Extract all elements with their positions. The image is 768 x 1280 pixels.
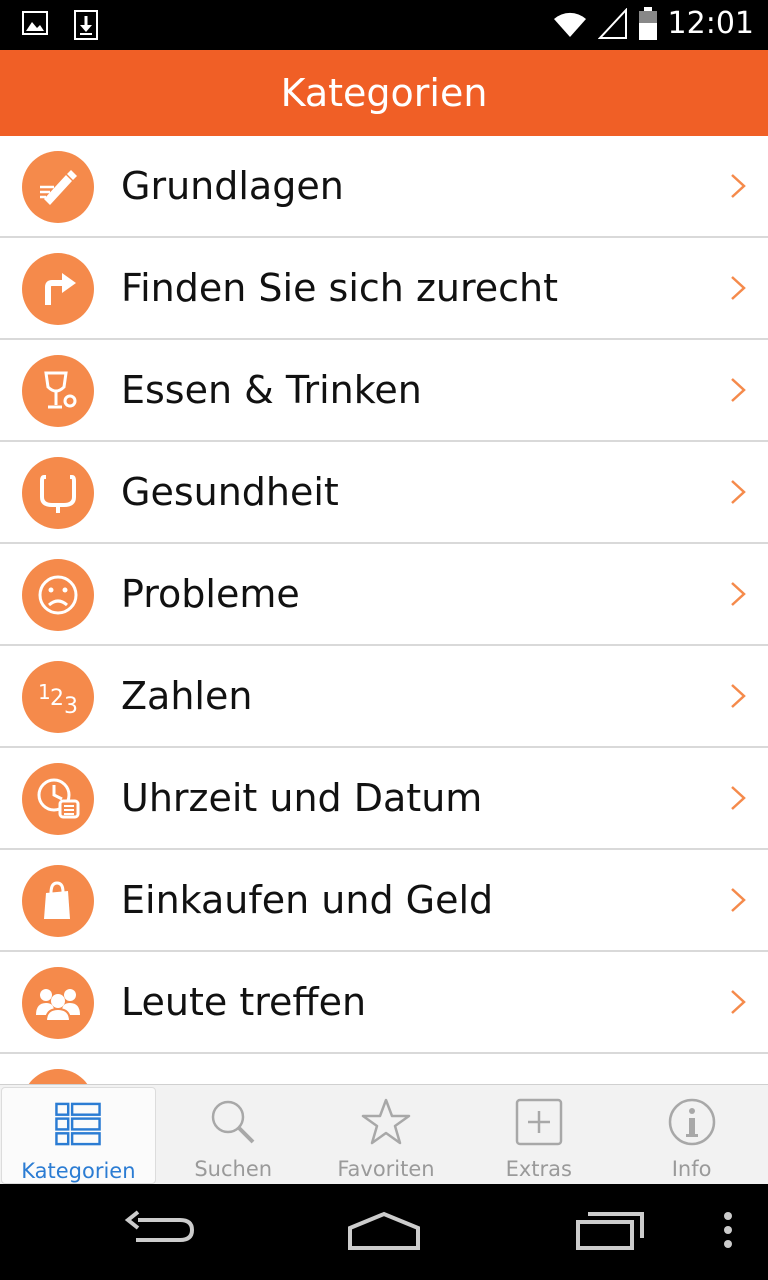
category-label: Essen & Trinken	[121, 368, 422, 412]
app-header: Kategorien	[0, 50, 768, 136]
recent-apps-icon[interactable]	[574, 1210, 646, 1250]
grid-list-icon	[55, 1102, 102, 1146]
sad-face-icon	[22, 559, 94, 631]
home-icon[interactable]	[346, 1210, 422, 1250]
tab-label: Extras	[505, 1157, 572, 1181]
chevron-right-icon	[731, 174, 746, 198]
chevron-right-icon	[731, 378, 746, 402]
category-item-uhrzeit-datum[interactable]: Uhrzeit und Datum	[0, 748, 768, 850]
category-label: Leute treffen	[121, 980, 367, 1024]
category-item-zahlen[interactable]: 1 2 3 Zahlen	[0, 646, 768, 748]
clock: 12:01	[667, 6, 754, 41]
tab-label: Kategorien	[21, 1159, 136, 1183]
category-label: Zahlen	[121, 674, 253, 718]
chevron-right-icon	[731, 786, 746, 810]
partial-category-icon	[22, 1069, 94, 1084]
svg-text:3: 3	[64, 694, 78, 719]
tab-kategorien[interactable]: Kategorien	[1, 1087, 156, 1184]
star-icon	[361, 1098, 411, 1145]
search-icon	[211, 1100, 255, 1144]
clock-calendar-icon	[22, 763, 94, 835]
info-icon	[668, 1098, 715, 1146]
category-item-essen-trinken[interactable]: Essen & Trinken	[0, 340, 768, 442]
page-title: Kategorien	[280, 71, 488, 115]
svg-text:2: 2	[50, 686, 64, 711]
category-item-partial[interactable]	[0, 1054, 768, 1084]
category-label: Uhrzeit und Datum	[121, 776, 483, 820]
tab-info[interactable]: Info	[615, 1085, 768, 1184]
tab-favoriten[interactable]: Favoriten	[310, 1085, 463, 1184]
wifi-icon	[553, 12, 586, 37]
shopping-bag-icon	[22, 865, 94, 937]
download-notification-icon	[74, 10, 98, 40]
category-label: Grundlagen	[121, 164, 344, 208]
tab-suchen[interactable]: Suchen	[157, 1085, 310, 1184]
category-item-grundlagen[interactable]: Grundlagen	[0, 136, 768, 238]
category-item-probleme[interactable]: Probleme	[0, 544, 768, 646]
cell-signal-icon	[597, 7, 627, 39]
stethoscope-icon	[22, 457, 94, 529]
battery-icon	[638, 6, 657, 40]
category-item-finden[interactable]: Finden Sie sich zurecht	[0, 238, 768, 340]
bottom-tab-bar: Kategorien Suchen Favoriten Extras Info	[0, 1084, 768, 1184]
people-icon	[22, 967, 94, 1039]
tab-label: Suchen	[194, 1157, 273, 1181]
chevron-right-icon	[731, 582, 746, 606]
chevron-right-icon	[731, 990, 746, 1014]
numbers-123-icon: 1 2 3	[22, 661, 94, 733]
category-item-leute-treffen[interactable]: Leute treffen	[0, 952, 768, 1054]
category-label: Gesundheit	[121, 470, 339, 514]
category-label: Finden Sie sich zurecht	[121, 266, 559, 310]
tab-label: Info	[671, 1157, 712, 1181]
chevron-right-icon	[731, 276, 746, 300]
tab-extras[interactable]: Extras	[462, 1085, 615, 1184]
plus-box-icon	[515, 1098, 563, 1146]
category-label: Einkaufen und Geld	[121, 878, 494, 922]
chevron-right-icon	[731, 888, 746, 912]
status-bar: 12:01	[0, 0, 768, 50]
category-label: Probleme	[121, 572, 300, 616]
category-list[interactable]: Grundlagen Finden Sie sich zurecht Essen…	[0, 136, 768, 1084]
tab-label: Favoriten	[337, 1157, 435, 1181]
system-navigation-bar	[0, 1184, 768, 1280]
wine-glass-icon	[22, 355, 94, 427]
category-item-gesundheit[interactable]: Gesundheit	[0, 442, 768, 544]
svg-text:1: 1	[38, 680, 51, 704]
chevron-right-icon	[731, 480, 746, 504]
turn-right-arrow-icon	[22, 253, 94, 325]
overflow-menu-icon[interactable]	[720, 1210, 736, 1250]
back-icon[interactable]	[124, 1210, 196, 1250]
image-notification-icon	[22, 11, 48, 35]
chevron-right-icon	[731, 684, 746, 708]
pencil-icon	[22, 151, 94, 223]
category-item-einkaufen-geld[interactable]: Einkaufen und Geld	[0, 850, 768, 952]
